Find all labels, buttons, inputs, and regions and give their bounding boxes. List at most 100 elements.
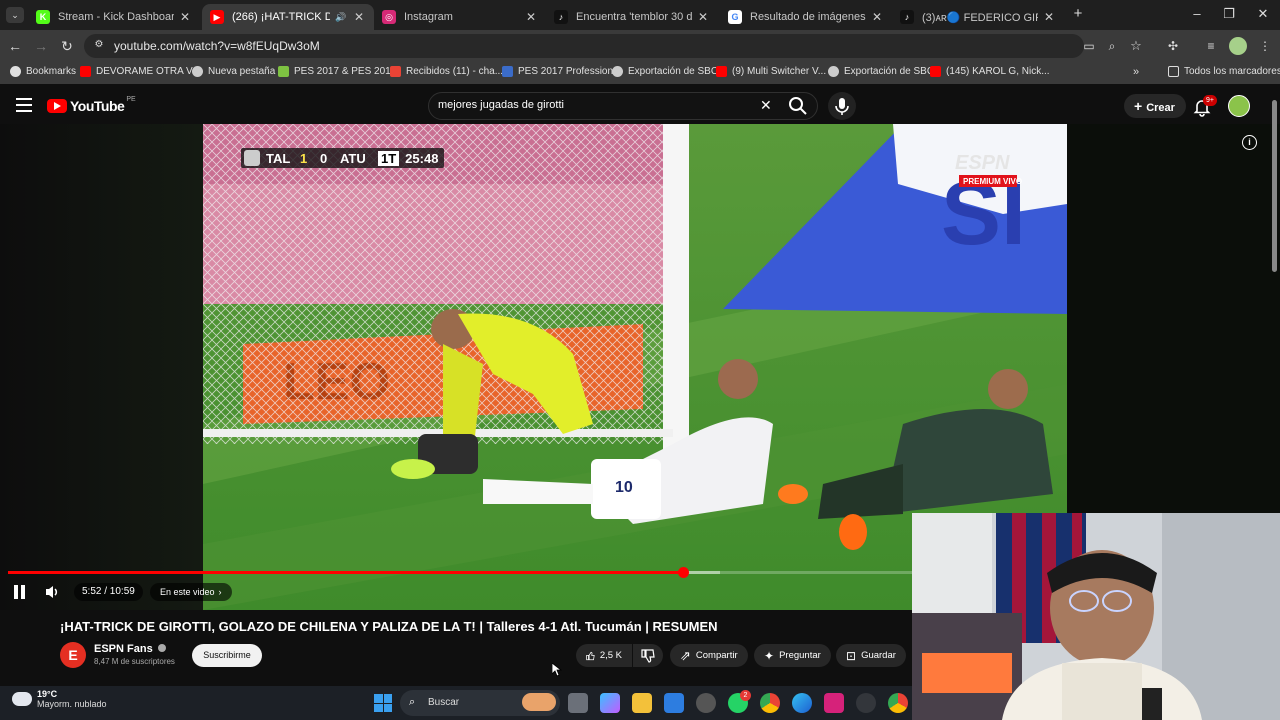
profile-avatar[interactable]: [1229, 37, 1247, 55]
bookmark-item[interactable]: PES 2017 Profession...: [502, 66, 621, 77]
star-icon: [10, 66, 21, 77]
channel-avatar[interactable]: E: [60, 642, 86, 668]
youtube-logo[interactable]: YouTube PE: [47, 96, 136, 114]
bookmark-item[interactable]: (9) Multi Switcher V...: [716, 66, 826, 77]
cast-icon[interactable]: ▭: [1080, 37, 1098, 55]
save-button[interactable]: ⊡ Guardar: [836, 644, 906, 667]
tab-audio-icon[interactable]: 🔊: [334, 12, 348, 23]
volume-button[interactable]: [44, 584, 62, 600]
tab-search-button[interactable]: ⌄: [6, 7, 24, 23]
close-tab-icon[interactable]: ✕: [696, 10, 710, 24]
extensions-icon[interactable]: ✣: [1164, 37, 1182, 55]
clear-search-icon[interactable]: ✕: [760, 97, 772, 114]
pause-button[interactable]: [14, 585, 26, 599]
close-window-button[interactable]: ✕: [1248, 6, 1278, 22]
app-game-icon[interactable]: [856, 693, 876, 713]
close-tab-icon[interactable]: ✕: [352, 10, 366, 24]
dislike-button[interactable]: [633, 644, 663, 667]
plus-icon: +: [1134, 98, 1143, 114]
browser-menu-icon[interactable]: ⋮: [1256, 37, 1274, 55]
youtube-logo: ▶: [210, 10, 224, 24]
bookmarks-overflow-icon[interactable]: »: [1133, 66, 1139, 78]
voice-search-button[interactable]: [828, 92, 856, 120]
browser-tab[interactable]: ♪ Encuentra 'temblor 30 de dicie ✕: [546, 4, 718, 30]
edge-icon[interactable]: [792, 693, 812, 713]
chapter-button[interactable]: En este video ›: [150, 583, 232, 601]
tiktok-logo: ♪: [554, 10, 568, 24]
video-left-pillarbox: [0, 124, 203, 610]
bookmark-label: Exportación de SBC: [844, 66, 935, 77]
bookmark-item[interactable]: (145) KAROL G, Nick...: [930, 66, 1050, 77]
bookmark-label: Recibidos (11) - cha...: [406, 66, 504, 77]
tiktok-logo: ♪: [900, 10, 914, 24]
speaker-icon: [46, 586, 58, 598]
new-tab-button[interactable]: +: [1070, 6, 1086, 22]
reload-button[interactable]: ↻: [58, 37, 76, 55]
account-avatar[interactable]: [1228, 95, 1250, 117]
channel-name[interactable]: ESPN Fans: [94, 643, 166, 655]
search-button[interactable]: [786, 94, 810, 118]
video-info-icon[interactable]: i: [1242, 135, 1257, 150]
tab-title: (266) ¡HAT-TRICK DE GIROTTI: [232, 11, 330, 23]
browser-tab-strip: ⌄ K Stream - Kick Dashboard ✕ ▶ (266) ¡HAT-T…: [0, 0, 1280, 30]
browser-tab[interactable]: K Stream - Kick Dashboard ✕: [28, 4, 200, 30]
app-icon[interactable]: [696, 693, 716, 713]
bookmark-item[interactable]: Recibidos (11) - cha...: [390, 66, 503, 77]
app-pink-icon[interactable]: [824, 693, 844, 713]
youtube-wordmark: YouTube: [70, 98, 125, 114]
bookmark-item[interactable]: PES 2017 & PES 201...: [278, 66, 399, 77]
close-tab-icon[interactable]: ✕: [524, 10, 538, 24]
bookmark-label: (145) KAROL G, Nick...: [946, 66, 1050, 77]
share-button[interactable]: ⇗ Compartir: [670, 644, 748, 667]
verified-icon: [157, 644, 166, 652]
search-icon: [789, 97, 807, 115]
maximize-button[interactable]: ❐: [1214, 6, 1244, 22]
create-button[interactable]: + Crear: [1124, 94, 1186, 118]
like-button[interactable]: 2,5 K: [576, 644, 632, 667]
hamburger-menu-icon[interactable]: [16, 98, 32, 112]
chrome-icon[interactable]: [760, 693, 780, 713]
video-progress-bar[interactable]: [8, 567, 913, 578]
minimize-button[interactable]: –: [1182, 6, 1212, 21]
all-bookmarks-folder[interactable]: Todos los marcadores: [1168, 66, 1280, 77]
back-button[interactable]: ←: [6, 37, 24, 55]
bookmark-item[interactable]: DEVORAME OTRA V...: [80, 66, 200, 77]
file-explorer-icon[interactable]: [632, 693, 652, 713]
close-tab-icon[interactable]: ✕: [870, 10, 884, 24]
search-input[interactable]: mejores jugadas de girotti: [438, 99, 564, 111]
close-tab-icon[interactable]: ✕: [1042, 10, 1056, 24]
period: 1T: [378, 150, 400, 166]
close-tab-icon[interactable]: ✕: [178, 10, 192, 24]
progress-played: [8, 571, 684, 574]
browser-tab[interactable]: ◎ Instagram ✕: [374, 4, 546, 30]
bookmark-item[interactable]: Nueva pestaña: [192, 66, 275, 77]
bookmark-item[interactable]: Exportación de SBC: [828, 66, 934, 77]
chapter-label: En este video: [160, 587, 215, 597]
subscribe-button[interactable]: Suscribirme: [192, 644, 262, 667]
chrome-active-icon[interactable]: [888, 693, 908, 713]
browser-tab[interactable]: ▶ (266) ¡HAT-TRICK DE GIROTTI 🔊 ✕: [202, 4, 374, 30]
save-icon: ⊡: [846, 648, 857, 663]
bookmark-label: (9) Multi Switcher V...: [732, 66, 827, 77]
forward-button[interactable]: →: [32, 37, 50, 55]
notification-badge: 9+: [1203, 95, 1217, 106]
tab-title: Resultado de imágenes de Goo: [750, 11, 866, 23]
copilot-icon[interactable]: [600, 693, 620, 713]
ask-button[interactable]: ✦ Preguntar: [754, 644, 831, 667]
windows-start-icon[interactable]: [374, 694, 392, 712]
page-scrollbar[interactable]: [1272, 100, 1277, 272]
bookmark-item[interactable]: Bookmarks: [10, 66, 76, 77]
bookmark-item[interactable]: Exportación de SBC: [612, 66, 718, 77]
media-control-icon[interactable]: ≡: [1202, 37, 1220, 55]
store-icon[interactable]: [664, 693, 684, 713]
bookmark-star-icon[interactable]: ☆: [1127, 37, 1145, 55]
site-info-icon[interactable]: ⚙: [92, 38, 106, 52]
task-view-icon[interactable]: [568, 693, 588, 713]
streamer-camera-frame: [912, 513, 1280, 720]
zoom-icon[interactable]: ⌕: [1103, 37, 1121, 55]
browser-tab[interactable]: G Resultado de imágenes de Goo ✕: [720, 4, 892, 30]
home-score: 1: [300, 150, 308, 166]
weather-widget[interactable]: 19°C Mayorm. nublado: [12, 689, 107, 709]
browser-tab[interactable]: ♪ (3)ᴀʀ🔵 FEDERICO GIROTTI ✕: [892, 4, 1064, 30]
match-clock: 25:48: [405, 150, 439, 166]
